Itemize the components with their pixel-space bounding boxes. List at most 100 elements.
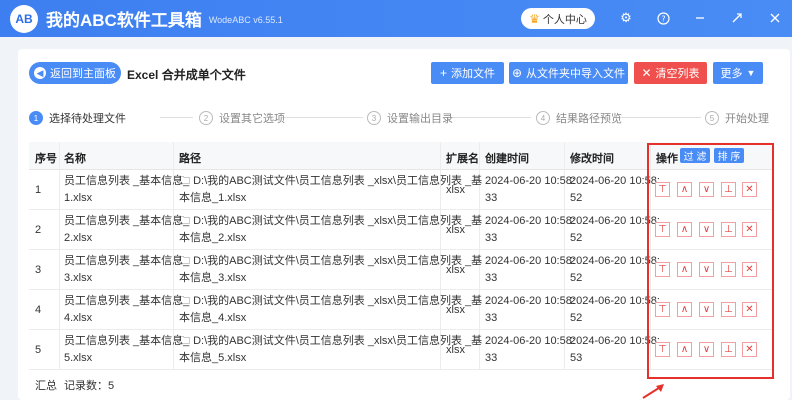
header-path: 路径 bbox=[179, 153, 201, 165]
cell-path-line: 本信息_5.xlsx bbox=[179, 352, 247, 364]
user-center-button[interactable]: ♛ 个人中心 bbox=[521, 8, 595, 29]
cell-name-line: 4.xlsx bbox=[64, 312, 93, 324]
cell-created-line: 2024-06-20 10:58: bbox=[485, 215, 575, 227]
cell-index-line: 1 bbox=[35, 184, 42, 196]
cell-path: 🗀 D:\我的ABC测试文件\员工信息列表 _xlsx\员工信息列表 _基本信息… bbox=[179, 213, 482, 247]
settings-icon[interactable]: ⚙ bbox=[617, 9, 635, 27]
cell-created: 2024-06-20 10:58: 33 bbox=[485, 213, 575, 247]
cell-name-line: 员工信息列表 _基本信息_ bbox=[64, 335, 190, 347]
cell-name-line: 员工信息列表 _基本信息_ bbox=[64, 295, 190, 307]
cell-created: 2024-06-20 10:58: 33 bbox=[485, 333, 575, 367]
step-3[interactable]: 3 设置输出目录 bbox=[367, 110, 453, 126]
arrow-left-icon: ◀ bbox=[34, 67, 46, 79]
folder-icon[interactable]: 🗀 bbox=[179, 215, 193, 227]
cell-index: 1 bbox=[35, 182, 41, 199]
step-divider bbox=[282, 117, 363, 118]
step-label: 结果路径预览 bbox=[556, 113, 622, 125]
cell-name-line: 员工信息列表 _基本信息_ bbox=[64, 255, 190, 267]
cell-created-line: 2024-06-20 10:58: bbox=[485, 175, 575, 187]
cell-index: 4 bbox=[35, 302, 41, 319]
cell-name-line: 5.xlsx bbox=[64, 352, 93, 364]
cell-name: 员工信息列表 _基本信息_ 3.xlsx bbox=[64, 253, 189, 287]
cell-path-line: D:\我的ABC测试文件\员工信息列表 _xlsx\员工信息列表 _基 bbox=[193, 295, 483, 307]
header-created: 创建时间 bbox=[485, 153, 529, 165]
title-bar: AB 我的ABC软件工具箱 WodeABC v6.55.1 ♛ 个人中心 ⚙ ? bbox=[0, 0, 792, 37]
cell-path-line: 本信息_4.xlsx bbox=[179, 312, 247, 324]
more-label: 更多 bbox=[720, 68, 743, 80]
cell-index: 2 bbox=[35, 222, 41, 239]
cell-created: 2024-06-20 10:58: 33 bbox=[485, 253, 575, 287]
add-file-button[interactable]: + 添加文件 bbox=[431, 62, 504, 84]
cell-index: 3 bbox=[35, 262, 41, 279]
folder-icon[interactable]: 🗀 bbox=[179, 175, 193, 187]
step-1[interactable]: 1 选择待处理文件 bbox=[29, 110, 126, 126]
step-label: 开始处理 bbox=[725, 113, 769, 125]
cell-created-line: 33 bbox=[485, 192, 498, 204]
cell-created-line: 33 bbox=[485, 312, 498, 324]
clear-list-button[interactable]: ✕ 清空列表 bbox=[634, 62, 707, 84]
cell-path: 🗀 D:\我的ABC测试文件\员工信息列表 _xlsx\员工信息列表 _基 本信息… bbox=[179, 253, 482, 287]
step-label: 设置输出目录 bbox=[387, 113, 453, 125]
cell-name: 员工信息列表 _基本信息_ 2.xlsx bbox=[64, 213, 189, 247]
cell-created: 2024-06-20 10:58: 33 bbox=[485, 173, 575, 207]
step-4[interactable]: 4 结果路径预览 bbox=[536, 110, 622, 126]
header-name: 名称 bbox=[64, 153, 86, 165]
cell-created-line: 2024-06-20 10:58: bbox=[485, 255, 575, 267]
app-logo: AB bbox=[10, 4, 38, 33]
page-title: Excel 合并成单个文件 bbox=[127, 68, 246, 82]
cell-path-line: D:\我的ABC测试文件\员工信息列表 _xlsx\员工信息列表 _基 bbox=[193, 335, 483, 347]
user-center-label: 个人中心 bbox=[542, 13, 587, 26]
cell-path-line: 本信息_1.xlsx bbox=[179, 192, 247, 204]
header-ext: 扩展名 bbox=[446, 153, 479, 165]
header-index: 序号 bbox=[35, 153, 57, 165]
summary-label: 汇总 bbox=[35, 380, 57, 392]
folder-icon[interactable]: 🗀 bbox=[179, 295, 193, 307]
cell-path-line: D:\我的ABC测试文件\员工信息列表 _xlsx\员工信息列表 _基 bbox=[193, 175, 483, 187]
help-icon[interactable]: ? bbox=[654, 9, 672, 27]
app-version: WodeABC v6.55.1 bbox=[208, 15, 283, 25]
cell-path-line: D:\我的ABC测试文件\员工信息列表 _xlsx\员工信息列表 _基 bbox=[193, 215, 483, 227]
step-divider bbox=[160, 117, 193, 118]
cell-created-line: 2024-06-20 10:58: bbox=[485, 335, 575, 347]
more-button[interactable]: 更多 ▼ bbox=[713, 62, 763, 84]
back-label: 返回到主面板 bbox=[50, 68, 116, 80]
close-icon[interactable] bbox=[766, 9, 784, 27]
cell-name-line: 1.xlsx bbox=[64, 192, 93, 204]
cell-path-line: D:\我的ABC测试文件\员工信息列表 _xlsx\员工信息列表 _基 bbox=[193, 255, 483, 267]
cell-index-line: 2 bbox=[35, 224, 42, 236]
step-divider bbox=[619, 117, 701, 118]
step-label: 设置其它选项 bbox=[219, 113, 285, 125]
cell-index: 5 bbox=[35, 342, 41, 359]
operations-highlight-box bbox=[647, 143, 774, 379]
chevron-down-icon: ▼ bbox=[746, 68, 756, 78]
cell-path: 🗀 D:\我的ABC测试文件\员工信息列表 _xlsx\员工信息列表 _基本信息… bbox=[179, 333, 482, 367]
cell-name: 员工信息列表 _基本信息_ 5.xlsx bbox=[64, 333, 189, 367]
svg-text:?: ? bbox=[661, 14, 665, 23]
add-file-label: 添加文件 bbox=[451, 68, 495, 80]
cell-name-line: 3.xlsx bbox=[64, 272, 93, 284]
folder-icon[interactable]: 🗀 bbox=[179, 255, 193, 267]
cell-created-line: 2024-06-20 10:58: bbox=[485, 295, 575, 307]
step-5[interactable]: 5 开始处理 bbox=[705, 110, 769, 126]
cell-name-line: 员工信息列表 _基本信息_ bbox=[64, 215, 190, 227]
cell-created-line: 33 bbox=[485, 232, 498, 244]
minimize-icon[interactable] bbox=[691, 9, 709, 27]
plus-icon: + bbox=[439, 66, 447, 80]
cell-name-line: 2.xlsx bbox=[64, 232, 93, 244]
cell-index-line: 3 bbox=[35, 264, 42, 276]
maximize-icon[interactable] bbox=[728, 9, 746, 27]
header-modified: 修改时间 bbox=[570, 153, 614, 165]
import-folder-button[interactable]: ⊕ 从文件夹中导入文件 bbox=[509, 62, 628, 84]
step-label: 选择待处理文件 bbox=[49, 113, 126, 125]
crown-icon: ♛ bbox=[529, 11, 540, 26]
cell-index-line: 4 bbox=[35, 304, 42, 316]
cell-created: 2024-06-20 10:58: 33 bbox=[485, 293, 575, 327]
cell-path-line: 本信息_2.xlsx bbox=[179, 232, 247, 244]
step-2[interactable]: 2 设置其它选项 bbox=[199, 110, 285, 126]
back-to-main-button[interactable]: ◀ 返回到主面板 bbox=[29, 62, 121, 84]
folder-icon[interactable]: 🗀 bbox=[179, 335, 193, 347]
clear-icon: ✕ bbox=[641, 66, 652, 80]
cell-name: 员工信息列表 _基本信息_ 1.xlsx bbox=[64, 173, 189, 207]
step-divider bbox=[450, 117, 531, 118]
cell-name: 员工信息列表 _基本信息_ 4.xlsx bbox=[64, 293, 189, 327]
